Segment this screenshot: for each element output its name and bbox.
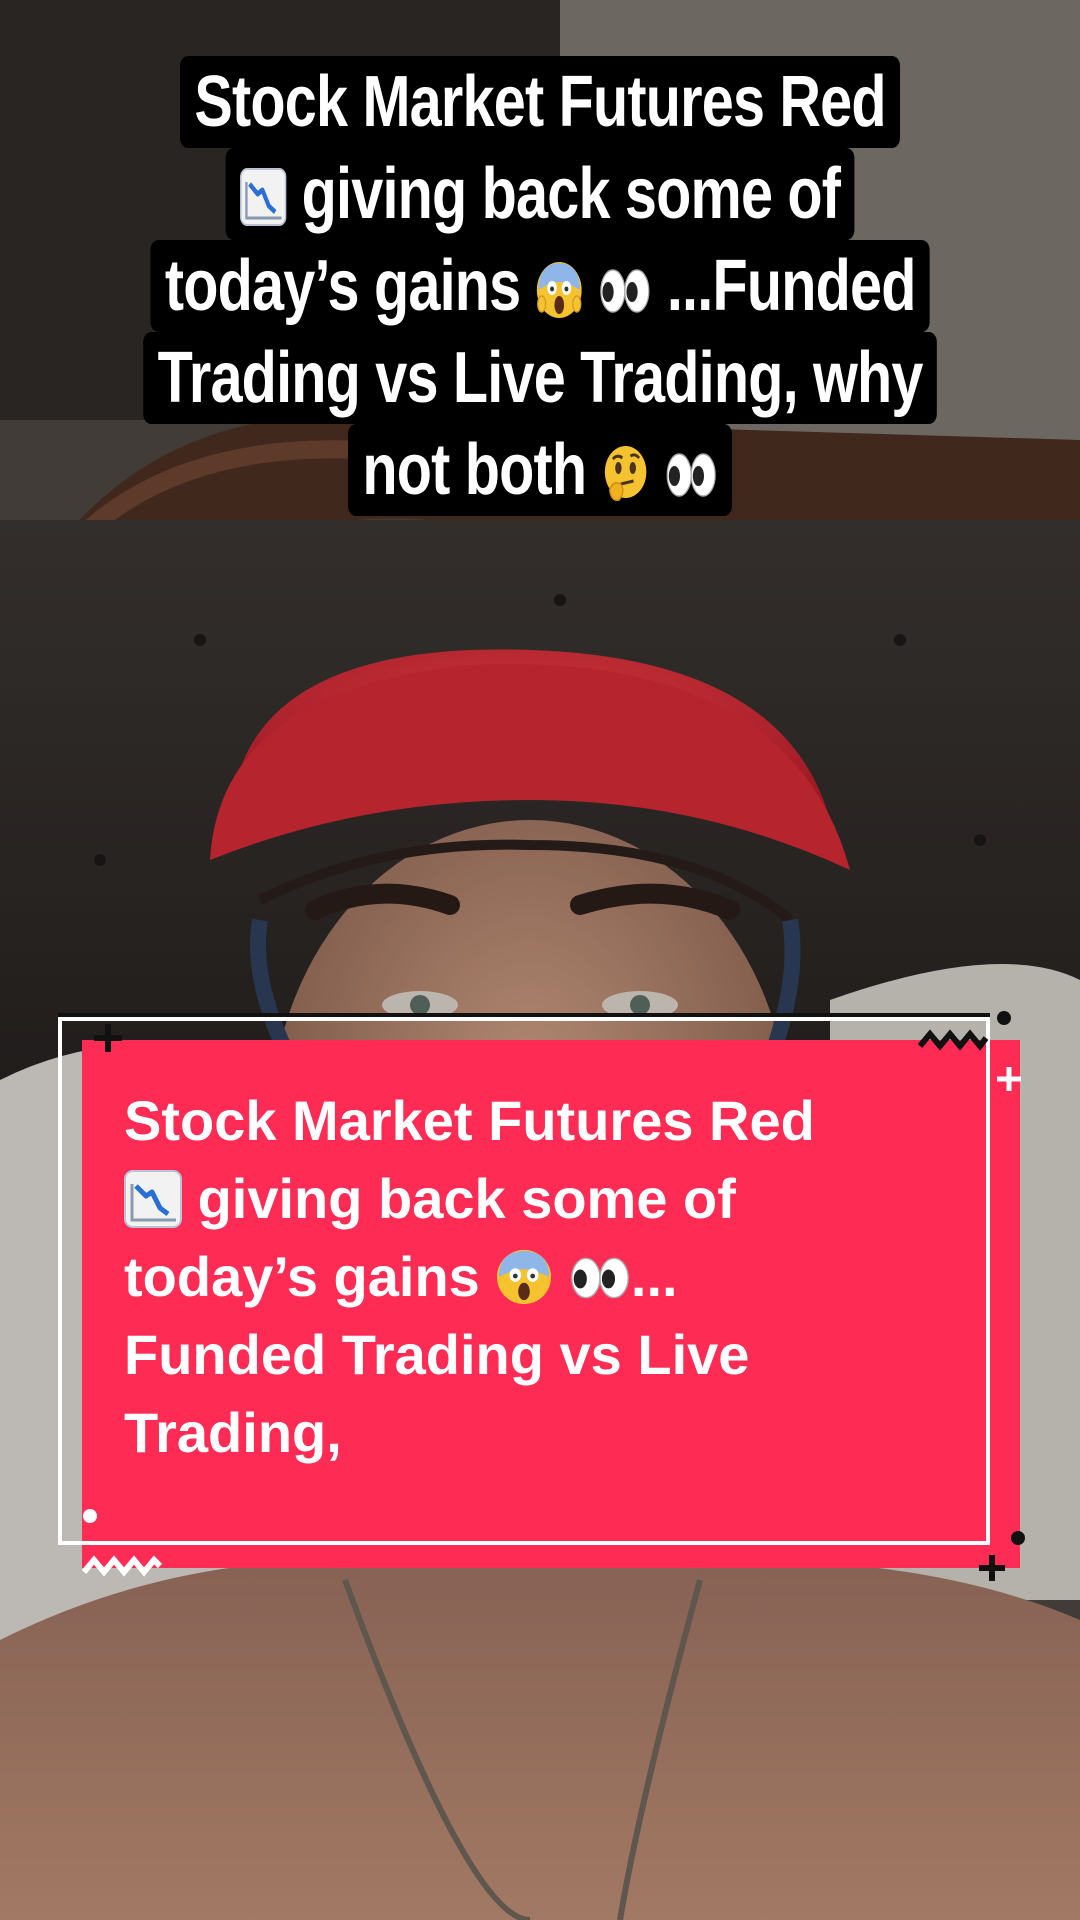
card-line-3: today’s gains ... bbox=[124, 1238, 984, 1316]
top-caption: Stock Market Futures Red giving back som… bbox=[0, 56, 1080, 516]
thinking-face-emoji-icon bbox=[604, 446, 647, 502]
top-caption-line-1: Stock Market Futures Red bbox=[179, 56, 901, 148]
chart-decreasing-emoji-icon-2 bbox=[124, 1170, 182, 1228]
video-frame: Stock Market Futures Red giving back som… bbox=[0, 0, 1080, 1920]
card-line-5: Trading, bbox=[124, 1401, 342, 1464]
top-caption-line-4: Trading vs Live Trading, why bbox=[143, 332, 937, 424]
zigzag-decoration-icon bbox=[918, 1029, 988, 1051]
top-caption-line-2: giving back some of bbox=[225, 148, 855, 240]
top-caption-line-5: not both bbox=[348, 424, 732, 516]
caption-card-text: Stock Market Futures Red giving back som… bbox=[124, 1082, 984, 1472]
eyes-emoji-icon bbox=[600, 269, 650, 313]
top-caption-text-1: Stock Market Futures Red bbox=[194, 62, 886, 142]
top-caption-text-6: not both bbox=[362, 430, 587, 510]
eyes-emoji-icon-2 bbox=[666, 453, 716, 497]
caption-card-frame-top bbox=[58, 1013, 990, 1017]
card-line-2-text: giving back some of bbox=[197, 1167, 736, 1230]
plus-sparkle-icon-3 bbox=[979, 1555, 1005, 1581]
chart-decreasing-emoji-icon bbox=[239, 168, 287, 226]
card-line-3-ellipsis: ... bbox=[630, 1245, 678, 1308]
card-line-3-text: today’s gains bbox=[124, 1245, 480, 1308]
eyes-emoji-icon-3 bbox=[571, 1257, 629, 1299]
top-caption-text-2: giving back some of bbox=[301, 154, 841, 234]
screaming-face-emoji-icon bbox=[536, 262, 582, 318]
plus-sparkle-icon bbox=[94, 1024, 122, 1052]
card-line-4: Funded Trading vs Live bbox=[124, 1323, 750, 1386]
dot-decoration-icon-3 bbox=[1011, 1531, 1025, 1545]
zigzag-decoration-icon-2 bbox=[82, 1555, 162, 1577]
top-caption-text-4: ...Funded bbox=[666, 246, 917, 326]
plus-sparkle-icon-2 bbox=[997, 1067, 1021, 1091]
top-caption-text-5: Trading vs Live Trading, why bbox=[157, 338, 923, 418]
dot-decoration-icon-2 bbox=[83, 1509, 97, 1523]
dot-decoration-icon bbox=[997, 1011, 1011, 1025]
top-caption-line-3: today’s gains ...Funded bbox=[150, 240, 930, 332]
card-line-1: Stock Market Futures Red bbox=[124, 1089, 815, 1152]
top-caption-text-3: today’s gains bbox=[164, 246, 521, 326]
card-line-2: giving back some of bbox=[124, 1160, 984, 1238]
screaming-face-emoji-icon-2 bbox=[497, 1249, 552, 1305]
